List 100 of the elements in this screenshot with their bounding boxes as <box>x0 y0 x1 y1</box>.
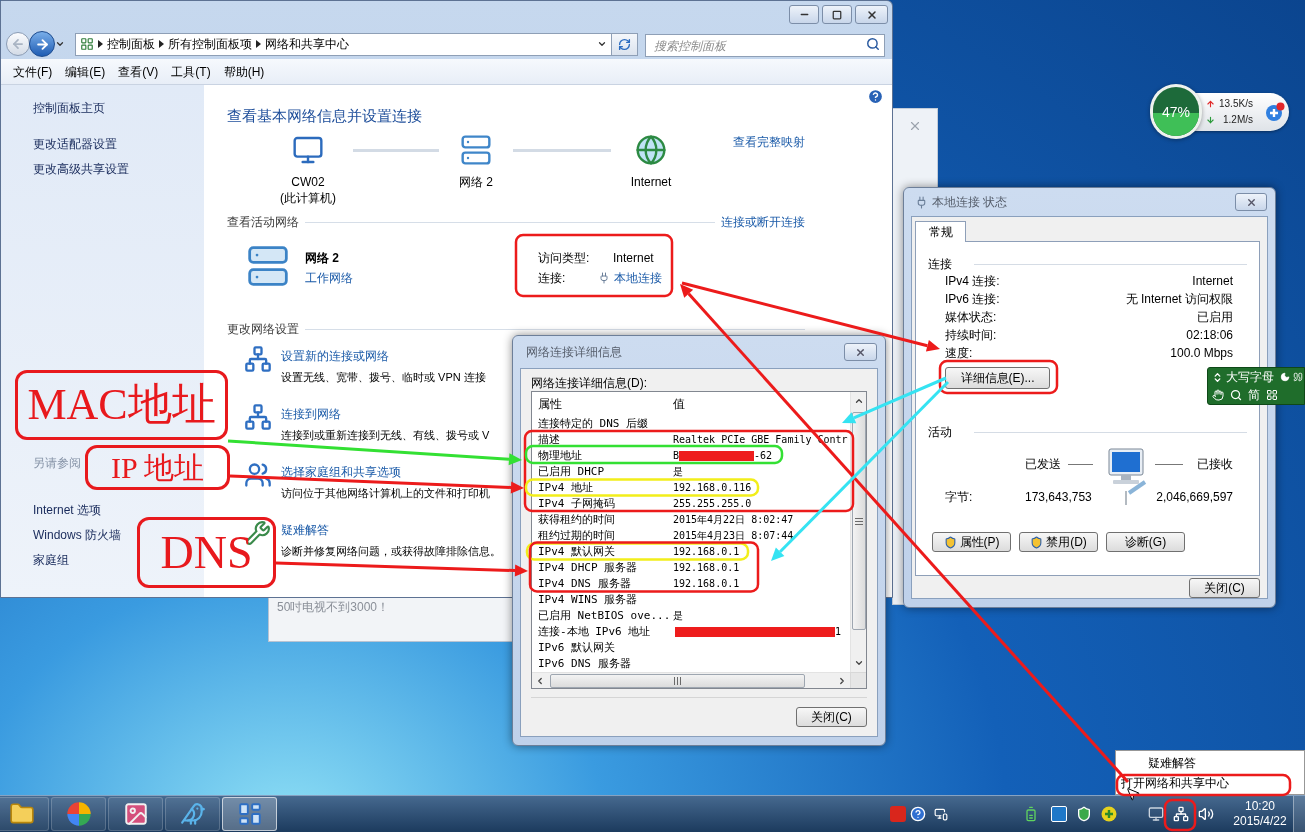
task-link[interactable]: 连接到网络 <box>281 406 341 422</box>
horizontal-scrollbar[interactable] <box>532 672 850 688</box>
quote-icon[interactable] <box>1293 372 1303 382</box>
dialog-button[interactable]: 禁用(D) <box>1019 532 1098 552</box>
address-bar[interactable]: 控制面板 所有控制面板项 网络和共享中心 <box>75 32 612 56</box>
percent-gauge[interactable]: 47% <box>1153 87 1199 136</box>
search-icon[interactable] <box>866 36 880 51</box>
search-icon[interactable] <box>1230 389 1242 401</box>
menu-item[interactable]: 帮助(H) <box>217 62 271 81</box>
field-value: Internet <box>1192 273 1233 290</box>
forward-button[interactable] <box>29 31 55 57</box>
caret-icon <box>597 39 607 49</box>
devices-icon[interactable] <box>934 807 948 821</box>
menu-item[interactable]: 文件(F) <box>7 62 59 81</box>
window-close-button[interactable] <box>1235 193 1267 211</box>
value-cell: 192.168.0.1 <box>673 545 740 559</box>
download-speed: 1.2M/s <box>1223 113 1253 127</box>
tab[interactable]: 常规 <box>915 221 966 242</box>
property-cell-text: IPv4 子网掩码 <box>537 497 617 511</box>
dialog-button[interactable]: 属性(P) <box>932 532 1011 552</box>
bird-icon <box>179 801 206 827</box>
window-close-button[interactable] <box>844 343 877 361</box>
value-cell: 1 <box>835 625 842 639</box>
help-icon[interactable] <box>910 806 926 822</box>
simplified-mode-label[interactable]: 简 <box>1248 388 1260 402</box>
sidebar-link[interactable]: Windows 防火墙 <box>33 527 121 543</box>
close-button[interactable]: 关闭(C) <box>796 707 867 727</box>
taskbar-app[interactable] <box>0 797 49 831</box>
node-label: CW02 <box>291 174 325 190</box>
window-close-button[interactable] <box>855 5 888 24</box>
menu-item[interactable]: 疑难解答 <box>1116 752 1304 773</box>
shield-icon <box>1030 535 1044 549</box>
close-icon <box>1245 196 1257 208</box>
full-map-link[interactable]: 查看完整映射 <box>733 135 805 149</box>
column-header[interactable]: 属性 <box>532 395 673 413</box>
battery-icon[interactable] <box>1023 806 1039 822</box>
monitor-icon[interactable] <box>1148 806 1164 822</box>
task-link[interactable]: 疑难解答 <box>281 522 329 538</box>
plug-icon <box>598 271 610 285</box>
menu-item[interactable]: 编辑(E) <box>59 62 112 81</box>
sidebar-link[interactable]: 更改适配器设置 <box>33 136 117 152</box>
taskbar-app[interactable] <box>165 797 220 831</box>
gauge-reading: 47% <box>1162 103 1190 120</box>
task-link[interactable]: 选择家庭组和共享选项 <box>281 464 401 480</box>
app-tray-icon[interactable] <box>1051 806 1067 822</box>
scrollbar-thumb[interactable] <box>550 673 805 688</box>
close-button[interactable]: 关闭(C) <box>1189 578 1260 598</box>
sidebar-link[interactable]: 更改高级共享设置 <box>33 161 129 177</box>
section-heading: 查看活动网络 <box>227 214 299 231</box>
maximize-icon <box>832 9 842 20</box>
property-cell-text: IPv4 默认网关 <box>537 545 617 559</box>
property-cell-text: 已启用 NetBIOS ove... <box>537 609 672 623</box>
task-link[interactable]: 设置新的连接或网络 <box>281 348 389 364</box>
close-icon <box>908 119 922 133</box>
menu-item[interactable]: 工具(T) <box>165 62 217 81</box>
refresh-button[interactable] <box>612 32 638 56</box>
connect-disconnect-link[interactable]: 连接或断开连接 <box>721 213 805 231</box>
sidebar-link[interactable]: 家庭组 <box>33 552 69 568</box>
details-button[interactable]: 详细信息(E)... <box>945 367 1050 389</box>
moon-icon[interactable] <box>1280 372 1290 382</box>
dialog-button[interactable]: 诊断(G) <box>1106 532 1185 552</box>
network-icon[interactable] <box>1173 806 1189 822</box>
sidebar-link[interactable]: 控制面板主页 <box>33 100 105 116</box>
close-icon <box>855 346 866 358</box>
grid-icon[interactable] <box>1266 389 1278 401</box>
shield-icon[interactable] <box>1076 806 1092 822</box>
hand-icon[interactable] <box>1212 389 1224 401</box>
help-icon[interactable] <box>867 88 884 105</box>
plus-badge-icon[interactable] <box>1265 101 1285 122</box>
show-desktop-button[interactable] <box>1293 796 1305 832</box>
node-sublabel: (此计算机) <box>280 190 336 206</box>
back-arrow-icon <box>11 37 25 51</box>
search-field[interactable]: 搜索控制面板 <box>645 34 885 57</box>
column-header[interactable]: 值 <box>673 395 685 413</box>
speaker-icon[interactable] <box>1198 806 1214 822</box>
plus-icon[interactable] <box>1101 806 1117 822</box>
arrows-icon[interactable] <box>1212 371 1223 383</box>
value-cell: 是 <box>673 465 683 479</box>
connection-link[interactable]: 本地连接 <box>614 269 662 287</box>
task-description: 访问位于其他网络计算机上的文件和打印机 <box>281 486 490 501</box>
taskbar-app[interactable] <box>108 797 163 831</box>
field-label: IPv6 连接: <box>945 291 1000 308</box>
section-heading: 更改网络设置 <box>227 321 299 338</box>
menu-item[interactable]: 打开网络和共享中心 <box>1116 772 1304 793</box>
network-type-link[interactable]: 工作网络 <box>305 270 353 286</box>
maximize-button[interactable] <box>822 5 852 24</box>
vertical-scrollbar[interactable] <box>850 392 866 672</box>
taskbar-app[interactable] <box>51 797 106 831</box>
taskbar-app[interactable] <box>222 797 277 831</box>
breadcrumb-item[interactable]: 网络和共享中心 <box>265 36 349 52</box>
menu-item[interactable]: 查看(V) <box>112 62 165 81</box>
callout-label: DNS <box>137 517 276 588</box>
details-list[interactable] <box>531 391 867 689</box>
breadcrumb-item[interactable]: 所有控制面板项 <box>168 36 252 52</box>
clock[interactable]: 10:20 2015/4/22 <box>1229 799 1291 829</box>
sidebar-link[interactable]: Internet 选项 <box>33 502 102 518</box>
forward-arrow-icon <box>34 36 50 52</box>
server-icon <box>460 134 492 166</box>
breadcrumb-item[interactable]: 控制面板 <box>107 36 155 52</box>
sidebar-heading: 另请参阅 <box>33 455 81 471</box>
